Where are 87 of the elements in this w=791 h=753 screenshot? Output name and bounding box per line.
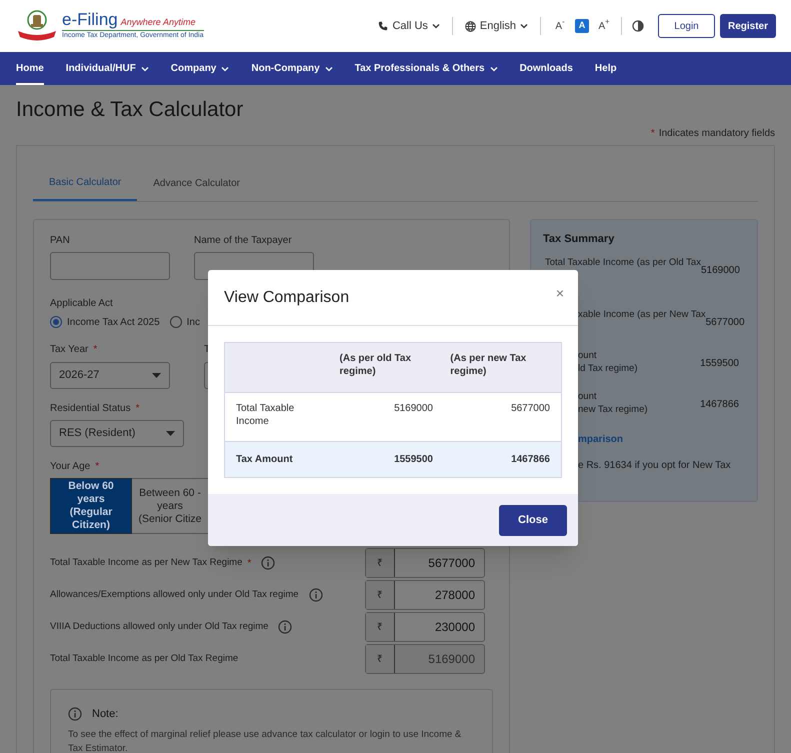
input-field[interactable] bbox=[50, 252, 170, 280]
nav-item[interactable]: Tax Professionals & Others bbox=[354, 52, 498, 85]
field-label: Name of the Taxpayer bbox=[194, 235, 292, 247]
currency-symbol: ₹ bbox=[366, 645, 395, 673]
column-header: (As per new Tax regime) bbox=[450, 352, 528, 379]
field-label: PAN bbox=[50, 235, 70, 247]
globe-icon bbox=[464, 20, 476, 32]
call-us-menu[interactable]: Call Us bbox=[378, 18, 440, 34]
nav-item[interactable]: Company bbox=[170, 52, 230, 85]
caret-icon bbox=[166, 431, 175, 436]
radio-button[interactable] bbox=[50, 316, 62, 328]
font-size-button[interactable]: A$^{+}$ bbox=[597, 19, 611, 33]
savings-message: e Rs. 91634 if you opt for New Tax bbox=[578, 460, 732, 472]
nav-item[interactable]: Non-Company bbox=[251, 52, 333, 85]
row-label: Total Taxable Income bbox=[235, 402, 296, 429]
residential-status-select[interactable]: RES (Resident) bbox=[50, 420, 184, 447]
close-button[interactable]: × bbox=[556, 283, 564, 304]
field-label: Residential Status bbox=[50, 403, 131, 415]
required-mark: * bbox=[650, 126, 655, 140]
summary-label: ount new Tax regime) bbox=[578, 390, 648, 417]
row-label: Tax Amount bbox=[235, 453, 294, 466]
panel-title: Tax Summary bbox=[542, 232, 616, 246]
field-label: Total Taxable Income as per New Tax Regime bbox=[50, 556, 242, 570]
currency-symbol: ₹ bbox=[366, 549, 395, 577]
register-button[interactable]: Register bbox=[720, 14, 776, 38]
radio-label: Inc bbox=[186, 316, 200, 330]
summary-value: 5169000 bbox=[700, 264, 740, 278]
required-mark: * bbox=[247, 556, 252, 570]
required-mark: * bbox=[95, 461, 100, 473]
dialog-title: View Comparison bbox=[224, 288, 350, 308]
note-title: Note: bbox=[92, 707, 118, 722]
summary-label: xable Income (as per New Tax bbox=[578, 308, 706, 322]
tax-year-select[interactable]: 2026-27 bbox=[50, 362, 170, 389]
nav-item[interactable]: Home bbox=[16, 52, 44, 85]
close-dialog-button[interactable]: Close bbox=[499, 504, 567, 536]
amount-field[interactable]: ₹ 230000 bbox=[365, 612, 485, 642]
amount-field: ₹ 5169000 bbox=[365, 644, 485, 674]
amount-field[interactable]: ₹ 278000 bbox=[365, 580, 485, 610]
table-cell-text: 5677000 bbox=[510, 402, 550, 416]
currency-symbol: ₹ bbox=[366, 613, 395, 641]
logo-title: e-Filing bbox=[62, 10, 118, 29]
info-icon bbox=[68, 707, 82, 722]
field-label: Your Age bbox=[50, 461, 90, 473]
field-label: Applicable Act bbox=[50, 298, 113, 310]
contrast-icon bbox=[632, 20, 644, 32]
summary-value: 5677000 bbox=[706, 316, 745, 330]
column-header: (As per old Tax regime) bbox=[340, 352, 412, 379]
note-text: To see the effect of marginal relief please use advance tax calculator or login to use Income & Tax Estimator. bbox=[68, 728, 462, 753]
currency-symbol: ₹ bbox=[366, 581, 395, 609]
summary-value: 1559500 bbox=[700, 356, 739, 370]
font-size-button[interactable]: A bbox=[575, 19, 589, 33]
radio-button[interactable] bbox=[170, 316, 182, 328]
calculator-tab[interactable]: Advance Calculator bbox=[137, 166, 256, 201]
chevron-down-icon bbox=[324, 66, 333, 72]
phone-icon bbox=[378, 21, 388, 31]
summary-label: Total Taxable Income (as per Old Tax bbox=[545, 256, 701, 270]
field-label: Tax Year bbox=[50, 344, 88, 356]
table-cell-text: 5169000 bbox=[393, 402, 433, 416]
table-cell-text: 1467866 bbox=[510, 453, 550, 466]
amount-field[interactable]: ₹ 5677000 bbox=[365, 548, 485, 578]
chevron-down-icon bbox=[140, 66, 149, 72]
chevron-down-icon bbox=[432, 23, 440, 29]
summary-label: ount ld Tax regime) bbox=[578, 349, 638, 376]
nav-item[interactable]: Help bbox=[594, 52, 617, 85]
field-label: Allowances/Exemptions allowed only under Old Tax regime bbox=[50, 588, 299, 602]
chevron-down-icon bbox=[221, 66, 230, 72]
radio-label: Income Tax Act 2025 bbox=[67, 316, 160, 330]
logo-tagline: Anywhere Anytime bbox=[120, 16, 196, 29]
font-size-button[interactable]: A$^{-}$ bbox=[553, 19, 567, 33]
summary-value: 1467866 bbox=[700, 398, 739, 412]
nav-item[interactable]: Individual/HUF bbox=[66, 52, 149, 85]
nav-item[interactable]: Downloads bbox=[520, 52, 573, 85]
required-mark: * bbox=[93, 344, 98, 356]
language-menu[interactable]: English bbox=[464, 18, 528, 34]
required-mark: * bbox=[136, 403, 140, 415]
caret-icon bbox=[152, 373, 161, 378]
table-cell-text: 1559500 bbox=[393, 453, 433, 466]
field-label: Total Taxable Income as per Old Tax Regime bbox=[50, 652, 238, 666]
chevron-down-icon bbox=[520, 23, 528, 29]
chevron-down-icon bbox=[490, 66, 498, 72]
contrast-button[interactable] bbox=[632, 20, 644, 32]
login-button[interactable]: Login bbox=[658, 14, 715, 38]
age-option-button[interactable]: Below 60 years (Regular Citizen) bbox=[50, 478, 132, 534]
page-title: Income & Tax Calculator bbox=[16, 97, 244, 123]
field-label: VIIIA Deductions allowed only under Old Tax regime bbox=[50, 620, 268, 634]
mandatory-fields-note: Indicates mandatory fields bbox=[658, 126, 775, 140]
logo-drawing bbox=[16, 9, 58, 43]
